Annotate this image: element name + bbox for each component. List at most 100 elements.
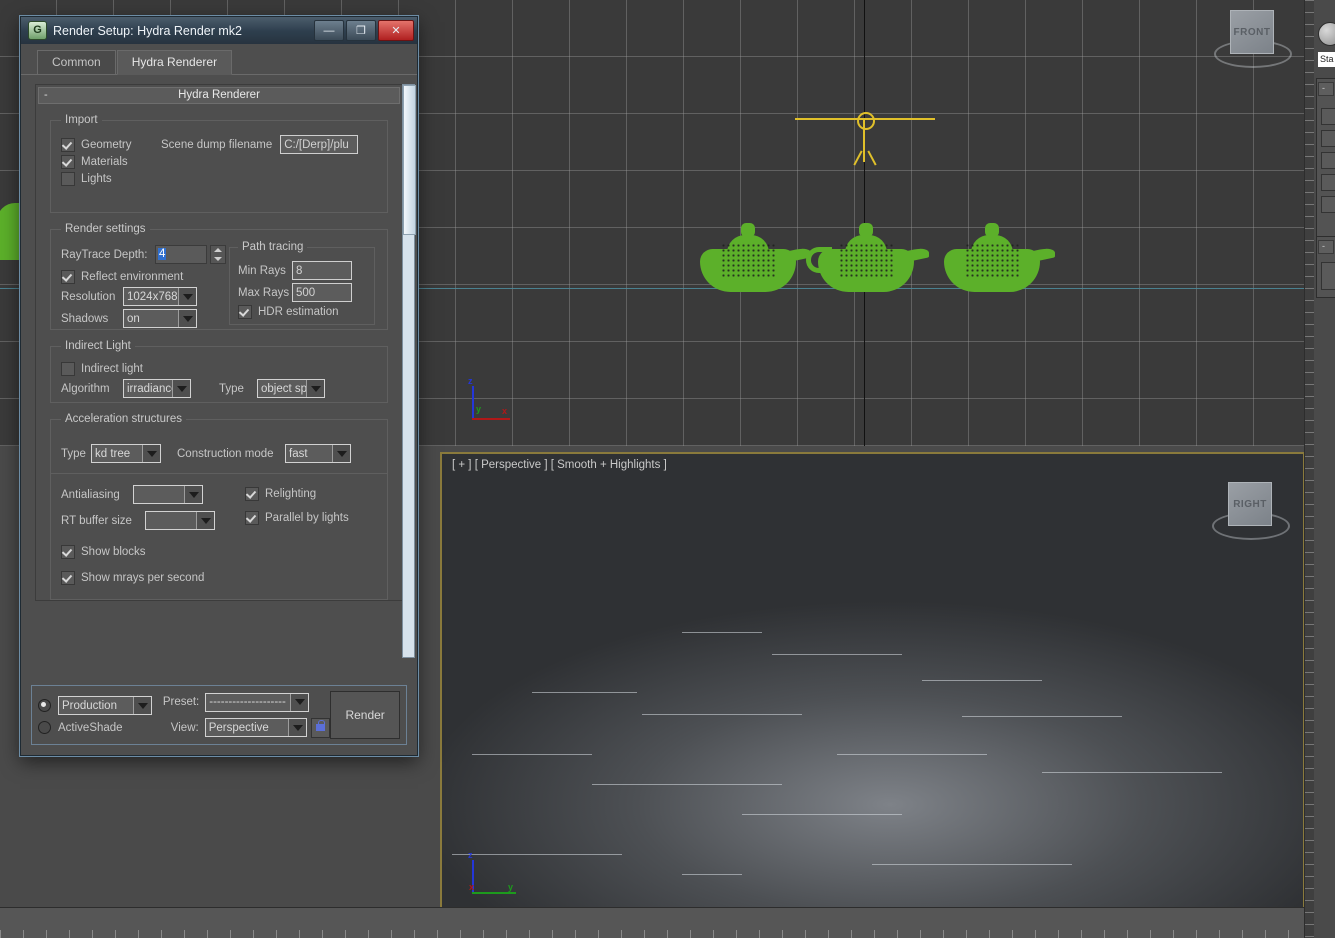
lights-checkbox-row[interactable]: Lights [61, 172, 161, 186]
indirect-light-checkbox[interactable] [61, 362, 75, 376]
rt-buffer-combo[interactable] [145, 511, 215, 530]
chevron-down-icon[interactable] [172, 380, 190, 397]
parallel-by-lights-row[interactable]: Parallel by lights [245, 511, 349, 525]
panel-field-6[interactable] [1321, 262, 1335, 290]
rollout-header-1[interactable]: - [1318, 82, 1334, 96]
activeshade-radio[interactable] [38, 721, 51, 734]
front-teapot-1[interactable] [700, 222, 796, 292]
direct-light-gizmo[interactable] [795, 110, 935, 172]
panel-field-1[interactable] [1321, 108, 1335, 125]
production-row[interactable]: Production [38, 696, 155, 715]
raytrace-depth-row[interactable]: RayTrace Depth: 4 [61, 245, 239, 264]
indirect-type-combo[interactable]: object spa [257, 379, 325, 398]
parallel-by-lights-checkbox[interactable] [245, 511, 259, 525]
chevron-down-icon[interactable] [290, 694, 308, 711]
vertical-scrollbar[interactable] [402, 84, 415, 658]
viewcube-front[interactable]: FRONT [1214, 6, 1288, 68]
view-combo[interactable]: Perspective [205, 718, 308, 737]
shadows-row[interactable]: Shadows on [61, 309, 239, 328]
command-panel[interactable]: Sta - - [1304, 0, 1335, 938]
view-row[interactable]: View: Perspective [155, 718, 330, 738]
scene-dump-input[interactable]: C:/[Derp]/plu [280, 135, 358, 154]
chevron-down-icon[interactable] [332, 445, 350, 462]
show-mrays-row[interactable]: Show mrays per second [61, 571, 377, 585]
timeline-ticks[interactable] [0, 930, 1305, 938]
chevron-down-icon[interactable] [288, 719, 306, 736]
lock-view-button[interactable] [311, 718, 330, 738]
raytrace-depth-spinner[interactable]: 4 [155, 245, 226, 264]
min-rays-row[interactable]: Min Rays 8 [238, 261, 366, 280]
scrollbar-thumb[interactable] [403, 85, 416, 235]
algorithm-row[interactable]: Algorithm irradiance Type object spa [61, 379, 377, 398]
production-radio[interactable] [38, 699, 51, 712]
dialog-titlebar[interactable]: G Render Setup: Hydra Render mk2 — ❐ ✕ [21, 17, 417, 45]
preset-combo[interactable]: -------------------- [205, 693, 309, 712]
panel-field-4[interactable] [1321, 174, 1335, 191]
materials-checkbox-row[interactable]: Materials [61, 155, 161, 169]
accel-type-row[interactable]: Type kd tree Construction mode fast [61, 444, 377, 463]
maximize-button[interactable]: ❐ [346, 20, 376, 41]
hdr-estimation-checkbox[interactable] [238, 305, 252, 319]
panel-field-3[interactable] [1321, 152, 1335, 169]
rollout-scroll-area[interactable]: - Hydra Renderer Import Geometry [35, 84, 403, 656]
chevron-down-icon[interactable] [142, 445, 160, 462]
collapse-icon[interactable]: - [44, 88, 48, 102]
render-setup-dialog[interactable]: G Render Setup: Hydra Render mk2 — ❐ ✕ C… [20, 16, 418, 756]
panel-field-2[interactable] [1321, 130, 1335, 147]
status-field[interactable]: Sta [1318, 52, 1335, 67]
render-button[interactable]: Render [330, 691, 400, 739]
max-rays-input[interactable]: 500 [292, 283, 352, 302]
rollout-header-2[interactable]: - [1318, 240, 1334, 254]
show-mrays-checkbox[interactable] [61, 571, 75, 585]
chevron-down-icon[interactable] [184, 486, 202, 503]
rollout-header[interactable]: - Hydra Renderer [38, 87, 400, 104]
geometry-checkbox-row[interactable]: Geometry [61, 138, 161, 152]
viewcube-face-label[interactable]: FRONT [1230, 10, 1274, 54]
lights-checkbox[interactable] [61, 172, 75, 186]
algorithm-combo[interactable]: irradiance [123, 379, 191, 398]
viewcube-face-label[interactable]: RIGHT [1228, 482, 1272, 526]
viewport-perspective[interactable]: [ + ] [ Perspective ] [ Smooth + Highlig… [440, 452, 1305, 930]
show-blocks-row[interactable]: Show blocks [61, 545, 377, 559]
geometry-checkbox[interactable] [61, 138, 75, 152]
chevron-down-icon[interactable] [178, 310, 196, 327]
front-teapot-3[interactable] [944, 222, 1040, 292]
relighting-checkbox[interactable] [245, 487, 259, 501]
raytrace-depth-spin-buttons[interactable] [210, 245, 226, 264]
preset-row[interactable]: Preset: -------------------- [155, 693, 330, 712]
relighting-row[interactable]: Relighting [245, 487, 349, 501]
tab-bar[interactable]: Common Hydra Renderer [21, 44, 417, 75]
hdr-estimation-row[interactable]: HDR estimation [238, 305, 366, 319]
resolution-row[interactable]: Resolution 1024x768 [61, 287, 239, 306]
antialiasing-combo[interactable] [133, 485, 203, 504]
color-swatch-button[interactable] [1318, 22, 1335, 46]
front-teapot-2[interactable] [818, 222, 914, 292]
max-rays-row[interactable]: Max Rays 500 [238, 283, 366, 302]
chevron-down-icon[interactable] [178, 288, 196, 305]
chevron-down-icon[interactable] [133, 697, 151, 714]
spin-down-icon[interactable] [211, 255, 225, 264]
spin-up-icon[interactable] [211, 246, 225, 255]
resolution-combo[interactable]: 1024x768 [123, 287, 197, 306]
panel-field-5[interactable] [1321, 196, 1335, 213]
reflect-environment-row[interactable]: Reflect environment [61, 270, 239, 284]
show-blocks-checkbox[interactable] [61, 545, 75, 559]
shadows-combo[interactable]: on [123, 309, 197, 328]
minimize-button[interactable]: — [314, 20, 344, 41]
antialiasing-row[interactable]: Antialiasing [61, 485, 245, 504]
chevron-down-icon[interactable] [196, 512, 214, 529]
materials-checkbox[interactable] [61, 155, 75, 169]
raytrace-depth-input[interactable]: 4 [155, 245, 207, 264]
tab-common[interactable]: Common [37, 50, 116, 74]
production-combo[interactable]: Production [58, 696, 152, 715]
accel-type-combo[interactable]: kd tree [91, 444, 161, 463]
reflect-environment-checkbox[interactable] [61, 270, 75, 284]
tab-hydra-renderer[interactable]: Hydra Renderer [117, 50, 232, 75]
indirect-light-row[interactable]: Indirect light [61, 362, 377, 376]
min-rays-input[interactable]: 8 [292, 261, 352, 280]
close-button[interactable]: ✕ [378, 20, 414, 41]
rt-buffer-row[interactable]: RT buffer size [61, 511, 245, 530]
chevron-down-icon[interactable] [306, 380, 324, 397]
construction-mode-combo[interactable]: fast [285, 444, 351, 463]
activeshade-row[interactable]: ActiveShade [38, 721, 155, 734]
